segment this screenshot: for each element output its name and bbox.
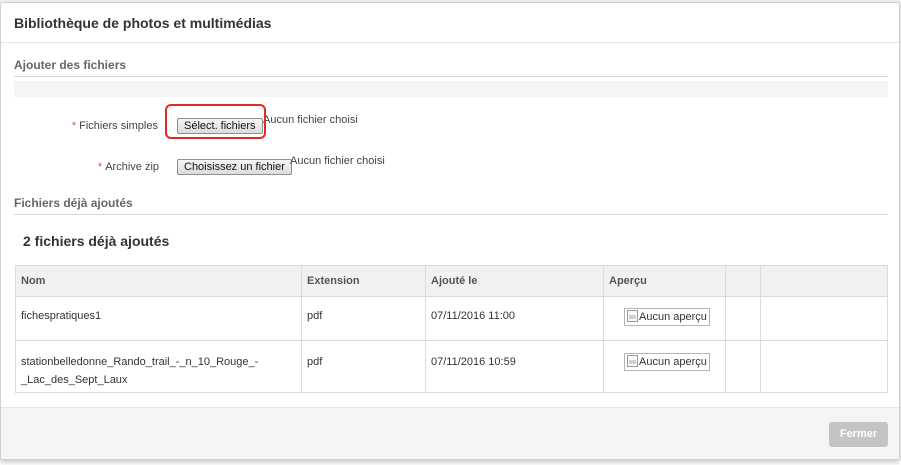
file-extension-cell: pdf bbox=[301, 296, 426, 341]
file-preview-cell: Aucun aperçu bbox=[603, 296, 726, 341]
required-mark: * bbox=[97, 161, 103, 173]
preview-image[interactable]: Aucun aperçu bbox=[624, 353, 710, 371]
actions-cell bbox=[725, 340, 761, 393]
file-added-cell: 07/11/2016 10:59 bbox=[425, 340, 604, 393]
table-row: fichespratiques1 pdf 07/11/2016 11:00 Au… bbox=[15, 296, 888, 341]
section-divider bbox=[14, 214, 888, 215]
files-count-title: 2 fichiers déjà ajoutés bbox=[23, 233, 170, 249]
section-divider bbox=[14, 76, 888, 77]
simple-files-status: Aucun fichier choisi bbox=[263, 114, 358, 126]
existing-files-section-title: Fichiers déjà ajoutés bbox=[14, 196, 133, 210]
column-header-extra bbox=[760, 265, 888, 297]
file-added-cell: 07/11/2016 11:00 bbox=[425, 296, 604, 341]
broken-image-icon bbox=[627, 355, 638, 367]
highlight-box bbox=[165, 104, 266, 139]
close-button[interactable]: Fermer bbox=[829, 422, 888, 447]
preview-image[interactable]: Aucun aperçu bbox=[624, 308, 710, 326]
required-mark: * bbox=[71, 120, 77, 132]
add-files-section-title: Ajouter des fichiers bbox=[14, 58, 127, 72]
file-name-cell: fichespratiques1 bbox=[15, 296, 302, 341]
media-library-modal: Bibliothèque de photos et multimédias Aj… bbox=[0, 2, 900, 460]
zip-archive-label: * Archive zip bbox=[97, 161, 159, 173]
column-header-added[interactable]: Ajouté le bbox=[425, 265, 604, 297]
choose-zip-button[interactable]: Choisissez un fichier bbox=[177, 159, 292, 175]
modal-title: Bibliothèque de photos et multimédias bbox=[14, 15, 272, 31]
extra-cell bbox=[760, 296, 888, 341]
modal-footer: Fermer bbox=[1, 407, 899, 459]
file-name-cell: stationbelledonne_Rando_trail_-_n_10_Rou… bbox=[15, 340, 302, 393]
extra-cell bbox=[760, 340, 888, 393]
column-header-actions bbox=[725, 265, 761, 297]
column-header-name[interactable]: Nom bbox=[15, 265, 302, 297]
simple-files-label: * Fichiers simples bbox=[71, 120, 158, 132]
file-extension-cell: pdf bbox=[301, 340, 426, 393]
column-header-preview: Aperçu bbox=[603, 265, 726, 297]
modal-header: Bibliothèque de photos et multimédias bbox=[1, 3, 899, 43]
files-table: Nom Extension Ajouté le Aperçu fichespra… bbox=[15, 265, 888, 393]
broken-image-icon bbox=[627, 310, 638, 322]
table-header-row: Nom Extension Ajouté le Aperçu bbox=[15, 265, 888, 297]
upload-band bbox=[14, 81, 888, 97]
table-row: stationbelledonne_Rando_trail_-_n_10_Rou… bbox=[15, 340, 888, 393]
zip-archive-status: Aucun fichier choisi bbox=[290, 155, 385, 167]
column-header-extension[interactable]: Extension bbox=[301, 265, 426, 297]
actions-cell bbox=[725, 296, 761, 341]
file-preview-cell: Aucun aperçu bbox=[603, 340, 726, 393]
